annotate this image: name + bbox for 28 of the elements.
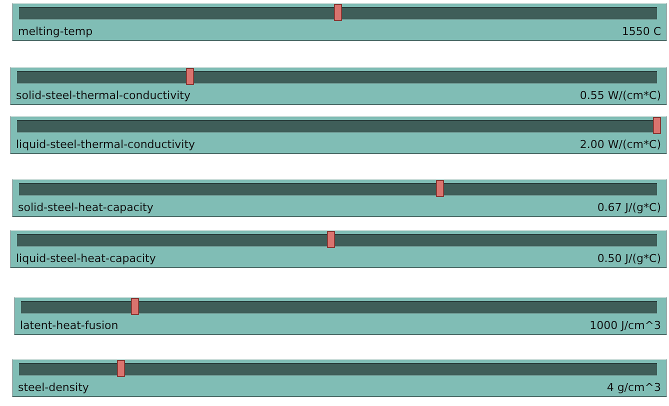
slider-thumb[interactable] [117,360,126,377]
slider-value: 0.67 J/(g*C) [597,201,661,214]
slider-value: 1550 C [622,25,661,38]
slider[interactable]: liquid-steel-thermal-conductivity 2.00 W/(cm*C) [10,116,667,154]
slider-value: 0.55 W/(cm*C) [580,89,661,102]
slider-label: steel-density [18,381,89,394]
slider-thumb[interactable] [436,180,444,197]
slider[interactable]: latent-heat-fusion 1000 J/cm^3 [14,297,667,335]
slider-label: melting-temp [18,25,93,38]
slider[interactable]: melting-temp 1550 C [12,3,667,41]
slider[interactable]: solid-steel-thermal-conductivity 0.55 W/(cm*C) [10,67,667,105]
slider-label: liquid-steel-thermal-conductivity [16,138,196,151]
slider-value: 4 g/cm^3 [606,381,661,394]
slider-thumb[interactable] [326,231,335,248]
slider-value: 1000 J/cm^3 [590,319,661,332]
slider-value: 2.00 W/(cm*C) [580,138,661,151]
slider-label: liquid-steel-heat-capacity [16,252,156,265]
slider[interactable]: steel-density 4 g/cm^3 [12,359,667,397]
slider-label: latent-heat-fusion [20,319,118,332]
slider-thumb[interactable] [653,117,661,134]
slider-thumb[interactable] [186,68,194,85]
slider[interactable]: solid-steel-heat-capacity 0.67 J/(g*C) [12,179,667,217]
slider-label: solid-steel-heat-capacity [18,201,154,214]
slider[interactable]: liquid-steel-heat-capacity 0.50 J/(g*C) [10,230,667,268]
slider-label: solid-steel-thermal-conductivity [16,89,191,102]
slider-thumb[interactable] [334,4,342,21]
slider-value: 0.50 J/(g*C) [597,252,661,265]
slider-thumb[interactable] [131,298,140,315]
